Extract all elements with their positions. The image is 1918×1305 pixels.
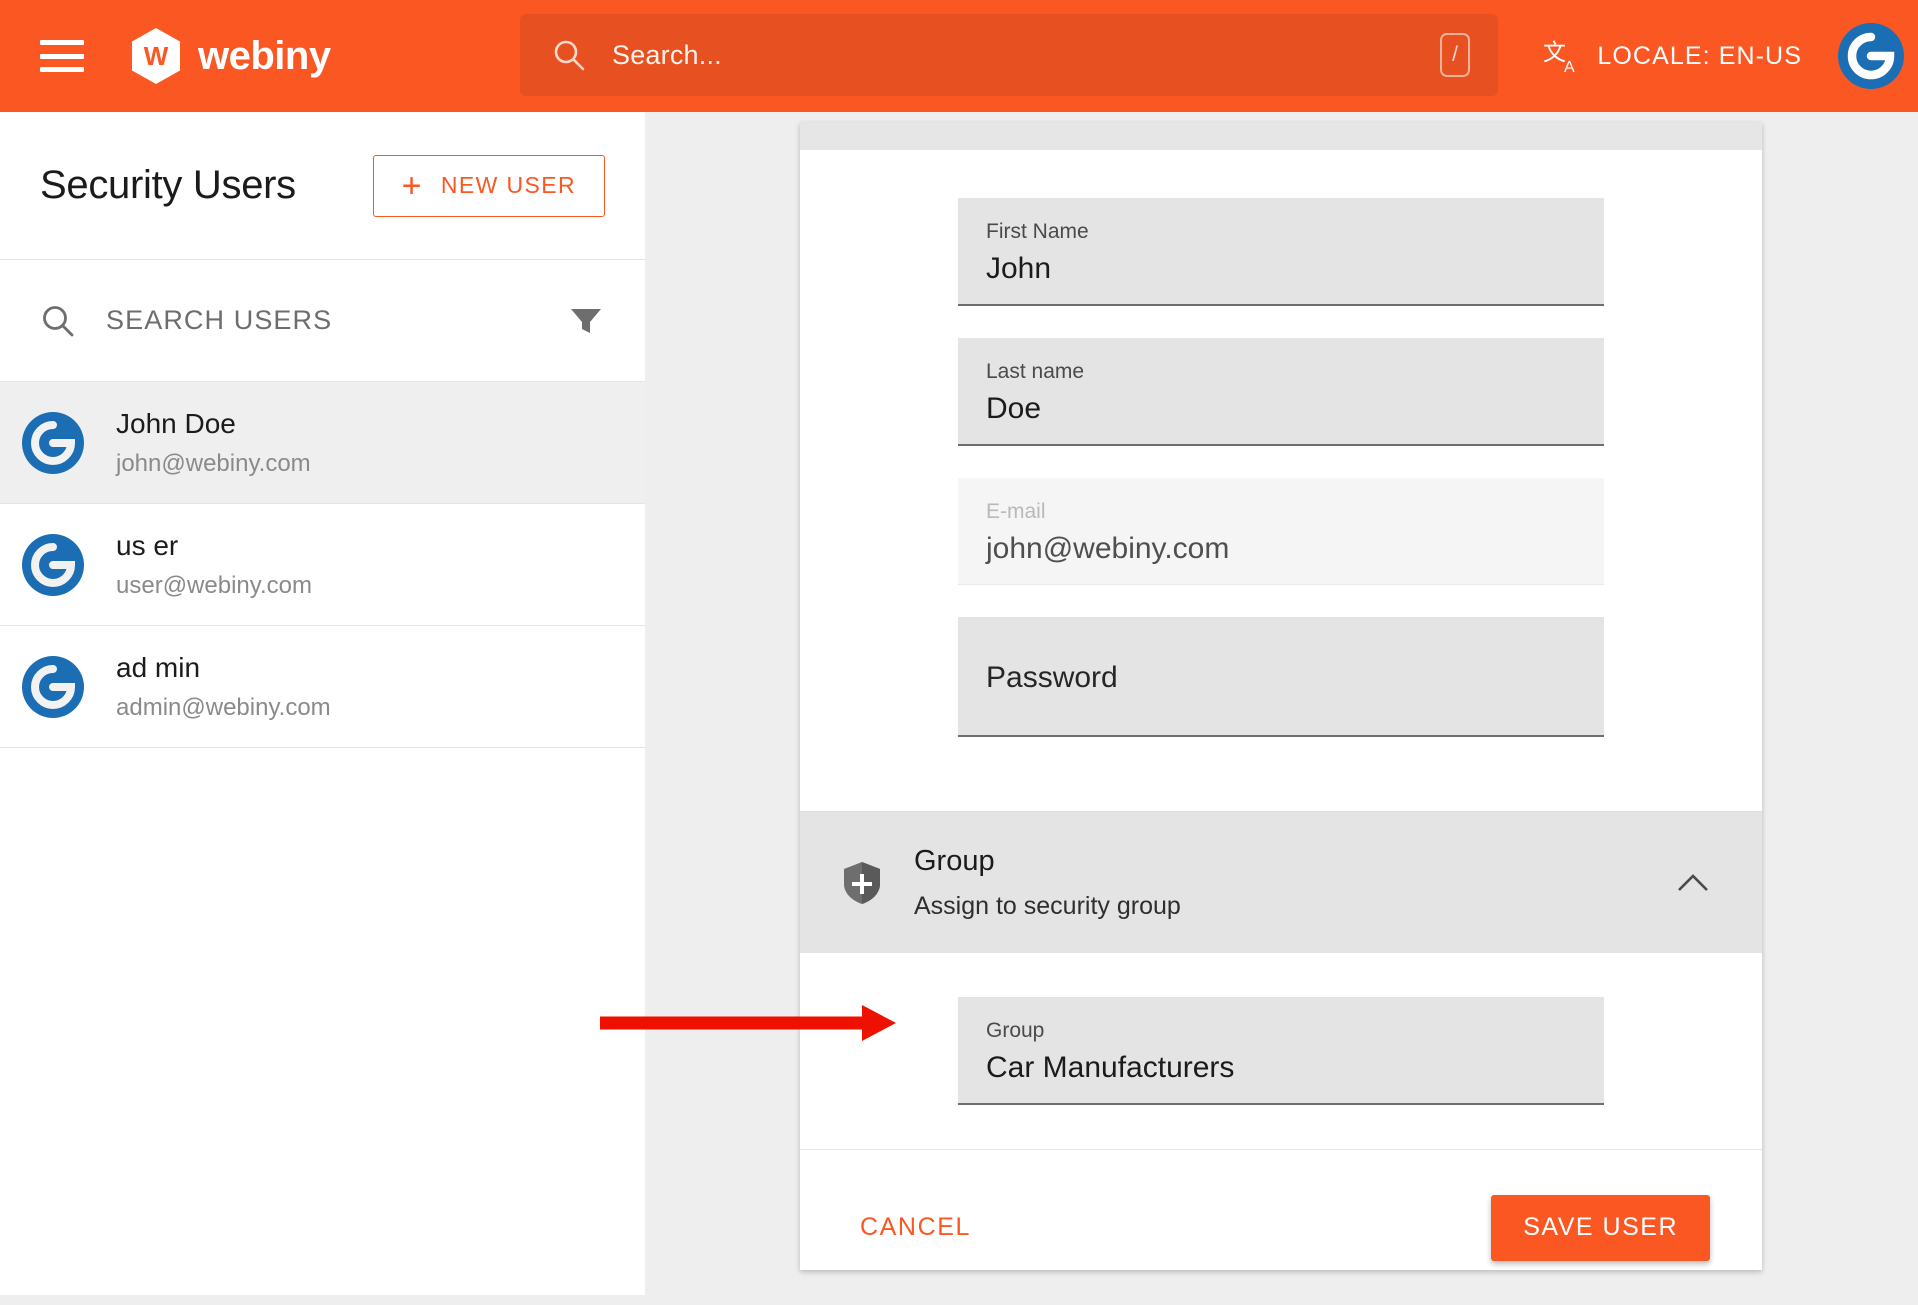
user-info: ad min admin@webiny.com: [116, 652, 331, 722]
email-field: E-mail john@webiny.com: [958, 478, 1604, 585]
new-user-button[interactable]: + NEW USER: [373, 155, 605, 217]
password-label: Password: [986, 661, 1576, 695]
security-users-sidebar: Security Users + NEW USER SEARCH USERS: [0, 112, 645, 1295]
user-form-fields: First Name John Last name Doe E-mail joh…: [800, 150, 1762, 811]
first-name-value: John: [986, 252, 1576, 286]
user-avatar[interactable]: [1838, 23, 1904, 89]
webiny-hexagon-icon: W: [130, 27, 182, 85]
email-value: john@webiny.com: [986, 532, 1576, 566]
group-field-label: Group: [986, 1019, 1576, 1043]
brand-name: webiny: [198, 34, 331, 79]
group-field-value: Car Manufacturers: [986, 1051, 1576, 1085]
locale-selector[interactable]: 文 A LOCALE: EN-US: [1543, 36, 1802, 76]
group-section-subtitle: Assign to security group: [914, 892, 1676, 921]
search-shortcut-key: /: [1440, 33, 1470, 77]
first-name-field[interactable]: First Name John: [958, 198, 1604, 306]
svg-text:A: A: [1564, 59, 1576, 76]
user-info: us er user@webiny.com: [116, 530, 312, 600]
user-list-item[interactable]: us er user@webiny.com: [0, 504, 645, 626]
search-users-placeholder: SEARCH USERS: [106, 305, 332, 336]
last-name-value: Doe: [986, 392, 1576, 426]
form-footer: CANCEL SAVE USER: [800, 1149, 1762, 1305]
page-title: Security Users: [40, 163, 296, 208]
brand-logo[interactable]: W webiny: [130, 27, 331, 85]
user-email: admin@webiny.com: [116, 694, 331, 722]
gravatar-avatar-icon: [22, 656, 84, 718]
hamburger-menu-icon[interactable]: [40, 40, 84, 72]
gravatar-avatar-icon: [22, 412, 84, 474]
search-users-row[interactable]: SEARCH USERS: [0, 260, 645, 382]
svg-text:W: W: [144, 41, 169, 71]
gravatar-avatar-icon: [22, 534, 84, 596]
plus-icon: +: [402, 169, 423, 203]
new-user-button-label: NEW USER: [441, 172, 576, 199]
email-label: E-mail: [986, 500, 1576, 524]
password-field[interactable]: Password: [958, 617, 1604, 737]
user-name: us er: [116, 530, 312, 562]
last-name-field[interactable]: Last name Doe: [958, 338, 1604, 446]
user-email: john@webiny.com: [116, 450, 311, 478]
group-accordion-body: Group Car Manufacturers: [800, 953, 1762, 1149]
sidebar-header: Security Users + NEW USER: [0, 112, 645, 260]
user-list-item[interactable]: John Doe john@webiny.com: [0, 382, 645, 504]
global-search-placeholder: Search...: [612, 40, 722, 71]
global-search-box[interactable]: Search... /: [520, 14, 1498, 96]
shield-icon: [842, 860, 882, 906]
top-app-bar: W webiny Search... / 文 A LOCALE: EN-US: [0, 0, 1918, 112]
user-email: user@webiny.com: [116, 572, 312, 600]
group-select-field[interactable]: Group Car Manufacturers: [958, 997, 1604, 1105]
last-name-label: Last name: [986, 360, 1576, 384]
locale-label: LOCALE: EN-US: [1597, 42, 1802, 71]
user-name: ad min: [116, 652, 331, 684]
group-accordion-header[interactable]: Group Assign to security group: [800, 811, 1762, 953]
chevron-up-icon[interactable]: [1676, 873, 1710, 893]
card-top-strip: [800, 122, 1762, 150]
group-section-title: Group: [914, 845, 1676, 878]
first-name-label: First Name: [986, 220, 1576, 244]
user-info: John Doe john@webiny.com: [116, 408, 311, 478]
user-list: John Doe john@webiny.com us er user@webi…: [0, 382, 645, 748]
user-list-item[interactable]: ad min admin@webiny.com: [0, 626, 645, 748]
translate-icon: 文 A: [1543, 36, 1583, 76]
user-form-card: First Name John Last name Doe E-mail joh…: [800, 122, 1762, 1270]
group-accordion-texts: Group Assign to security group: [914, 845, 1676, 921]
search-icon: [552, 38, 586, 72]
filter-funnel-icon[interactable]: [569, 306, 603, 336]
cancel-button[interactable]: CANCEL: [852, 1199, 979, 1256]
user-name: John Doe: [116, 408, 311, 440]
search-icon: [40, 303, 76, 339]
save-user-button[interactable]: SAVE USER: [1491, 1195, 1710, 1261]
